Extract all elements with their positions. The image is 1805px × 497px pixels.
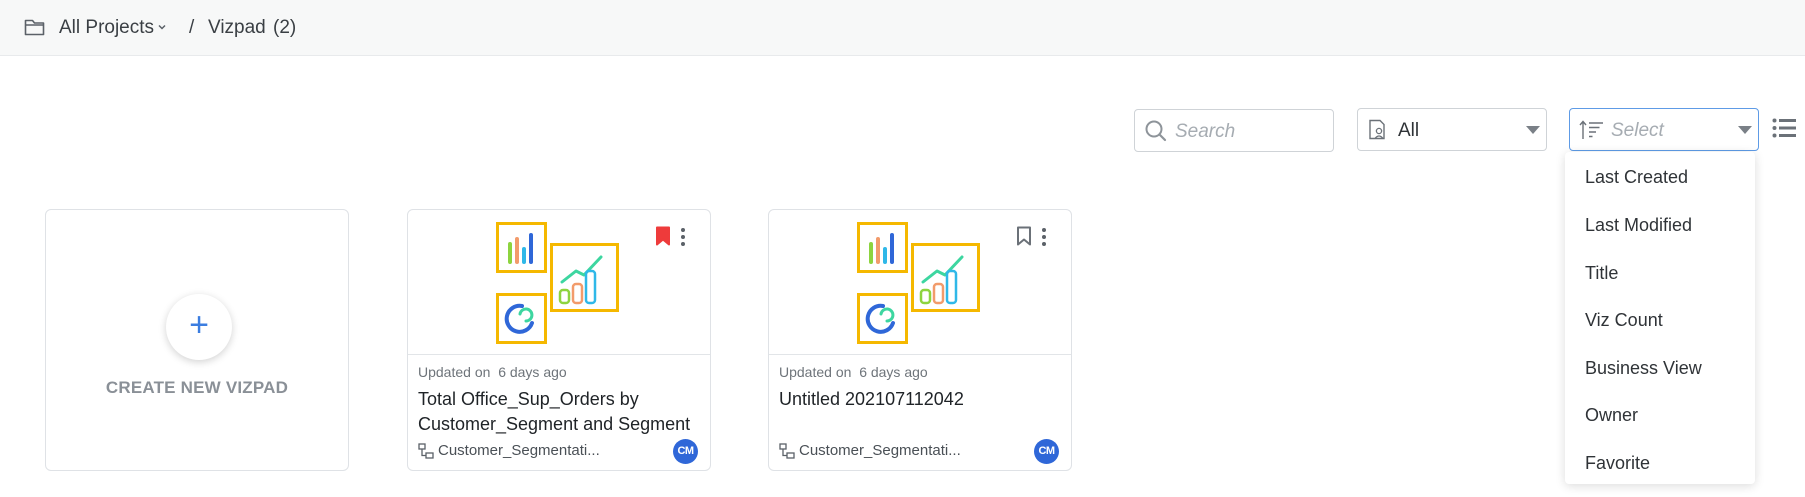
vizpad-thumbnail[interactable] [408, 210, 710, 355]
sort-dropdown[interactable]: Select [1569, 108, 1759, 151]
vizpad-thumbnail-icon [857, 222, 980, 344]
caret-down-icon [1526, 126, 1540, 134]
business-view-name: Customer_Segmentati... [799, 442, 961, 459]
search-input[interactable]: Search [1134, 109, 1334, 152]
vizpad-card[interactable]: Updated on 6 days ago Total Office_Sup_O… [407, 209, 711, 471]
owner-avatar: CM [1034, 439, 1059, 464]
sort-option-favorite[interactable]: Favorite [1585, 453, 1650, 474]
breadcrumb-all-projects[interactable]: All Projects [59, 17, 154, 39]
sort-icon [1579, 120, 1603, 139]
chevron-down-icon[interactable] [155, 20, 169, 34]
create-vizpad-label: CREATE NEW VIZPAD [105, 378, 289, 397]
sort-option-business-view[interactable]: Business View [1585, 358, 1702, 379]
sort-placeholder: Select [1611, 120, 1664, 141]
business-view-icon [779, 443, 795, 459]
sort-option-title[interactable]: Title [1585, 263, 1618, 284]
vizpad-title[interactable]: Untitled 202107112042 [779, 387, 1064, 412]
vizpad-thumbnail-icon [496, 222, 619, 344]
sort-option-owner[interactable]: Owner [1585, 405, 1638, 426]
list-view-icon[interactable] [1772, 117, 1796, 139]
add-button[interactable]: + [166, 294, 232, 360]
user-document-icon [1369, 119, 1385, 140]
more-options-icon[interactable] [1041, 227, 1047, 247]
breadcrumb-count: (2) [273, 17, 297, 38]
business-view-icon [418, 443, 434, 459]
updated-on-text: Updated on 6 days ago [779, 364, 928, 380]
search-icon [1145, 120, 1167, 142]
breadcrumb-current: Vizpad [208, 17, 266, 38]
search-placeholder: Search [1175, 121, 1236, 142]
business-view-name: Customer_Segmentati... [438, 442, 600, 459]
owner-avatar: CM [673, 439, 698, 464]
owner-filter-value: All [1398, 120, 1420, 141]
folder-icon [24, 19, 45, 36]
breadcrumb-separator: / [189, 17, 195, 38]
sort-option-last-created[interactable]: Last Created [1585, 167, 1688, 188]
bookmark-icon[interactable] [655, 226, 671, 246]
updated-on-text: Updated on 6 days ago [418, 364, 567, 380]
caret-down-icon [1738, 126, 1752, 134]
sort-option-viz-count[interactable]: Viz Count [1585, 310, 1663, 331]
vizpad-card[interactable]: Updated on 6 days ago Untitled 202107112… [768, 209, 1072, 471]
create-vizpad-card[interactable]: + CREATE NEW VIZPAD [45, 209, 349, 471]
top-bar: All Projects / Vizpad (2) [0, 0, 1805, 56]
vizpad-thumbnail[interactable] [769, 210, 1071, 355]
sort-option-last-modified[interactable]: Last Modified [1585, 215, 1692, 236]
bookmark-icon[interactable] [1016, 226, 1032, 246]
more-options-icon[interactable] [680, 227, 686, 247]
owner-filter-dropdown[interactable]: All [1357, 108, 1547, 151]
sort-menu: Last Created Last Modified Title Viz Cou… [1565, 152, 1755, 484]
vizpad-title[interactable]: Total Office_Sup_Orders by Customer_Segm… [418, 387, 703, 437]
